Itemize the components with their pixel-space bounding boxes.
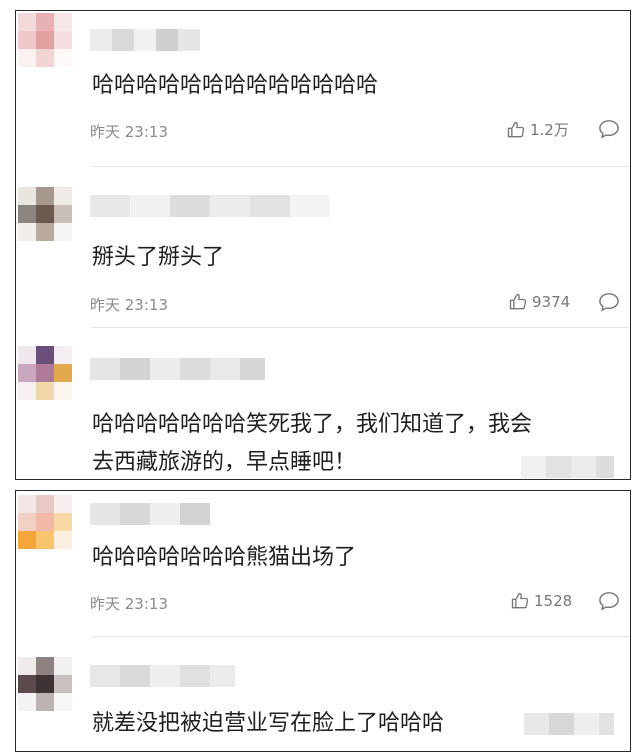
avatar[interactable] — [18, 187, 72, 241]
reply-button[interactable] — [598, 119, 620, 143]
comment-text: 就差没把被迫营业写在脸上了哈哈哈 — [92, 711, 445, 736]
blurred-meta — [524, 713, 614, 735]
avatar[interactable] — [18, 657, 72, 711]
like-button[interactable]: 1528 — [510, 591, 572, 611]
avatar[interactable] — [18, 13, 72, 67]
comment-time: 昨天 23:13 — [90, 296, 168, 314]
like-button[interactable]: 9374 — [508, 292, 570, 312]
comment-bubble-icon — [599, 592, 619, 611]
reply-button[interactable] — [598, 292, 620, 316]
comment-item: 就差没把被迫营业写在脸上了哈哈哈 — [16, 637, 630, 751]
comment-item: 哈哈哈哈哈哈哈哈哈哈哈哈哈 昨天 23:13 1.2万 — [16, 11, 630, 166]
avatar[interactable] — [18, 495, 72, 549]
comment-bubble-icon — [599, 293, 619, 312]
username-blurred[interactable] — [90, 195, 330, 217]
comment-item: 哈哈哈哈哈哈哈笑死我了，我们知道了，我会 去西藏旅游的，早点睡吧！ — [16, 328, 630, 478]
comment-text: 掰头了掰头了 — [92, 245, 225, 270]
comment-item: 哈哈哈哈哈哈哈熊猫出场了 昨天 23:13 1528 — [16, 491, 630, 636]
comment-text: 哈哈哈哈哈哈哈笑死我了，我们知道了，我会 — [92, 412, 533, 437]
comment-text-line2: 去西藏旅游的，早点睡吧！ — [92, 450, 357, 475]
like-count: 1.2万 — [530, 121, 569, 139]
comment-text: 哈哈哈哈哈哈哈哈哈哈哈哈哈 — [92, 73, 379, 98]
comment-bubble-icon — [599, 120, 619, 139]
like-count: 1528 — [534, 592, 573, 610]
like-button[interactable]: 1.2万 — [506, 119, 569, 140]
avatar[interactable] — [18, 346, 72, 400]
comments-panel-bottom: 哈哈哈哈哈哈哈熊猫出场了 昨天 23:13 1528 就差没把被迫营业写在脸上了… — [15, 490, 631, 752]
thumbs-up-icon — [511, 592, 529, 609]
comments-panel-top: 哈哈哈哈哈哈哈哈哈哈哈哈哈 昨天 23:13 1.2万 掰头了掰头了 昨天 23… — [15, 10, 631, 480]
like-count: 9374 — [532, 293, 571, 311]
comment-time: 昨天 23:13 — [90, 595, 168, 613]
username-blurred[interactable] — [90, 665, 235, 687]
comment-item: 掰头了掰头了 昨天 23:13 9374 — [16, 167, 630, 327]
username-blurred[interactable] — [90, 503, 210, 525]
thumbs-up-icon — [507, 121, 525, 137]
reply-button[interactable] — [598, 591, 620, 615]
blurred-meta — [521, 456, 614, 478]
username-blurred[interactable] — [90, 29, 200, 51]
comment-time: 昨天 23:13 — [90, 123, 168, 141]
comment-text: 哈哈哈哈哈哈哈熊猫出场了 — [92, 545, 357, 570]
thumbs-up-icon — [509, 293, 527, 310]
username-blurred[interactable] — [90, 358, 265, 380]
